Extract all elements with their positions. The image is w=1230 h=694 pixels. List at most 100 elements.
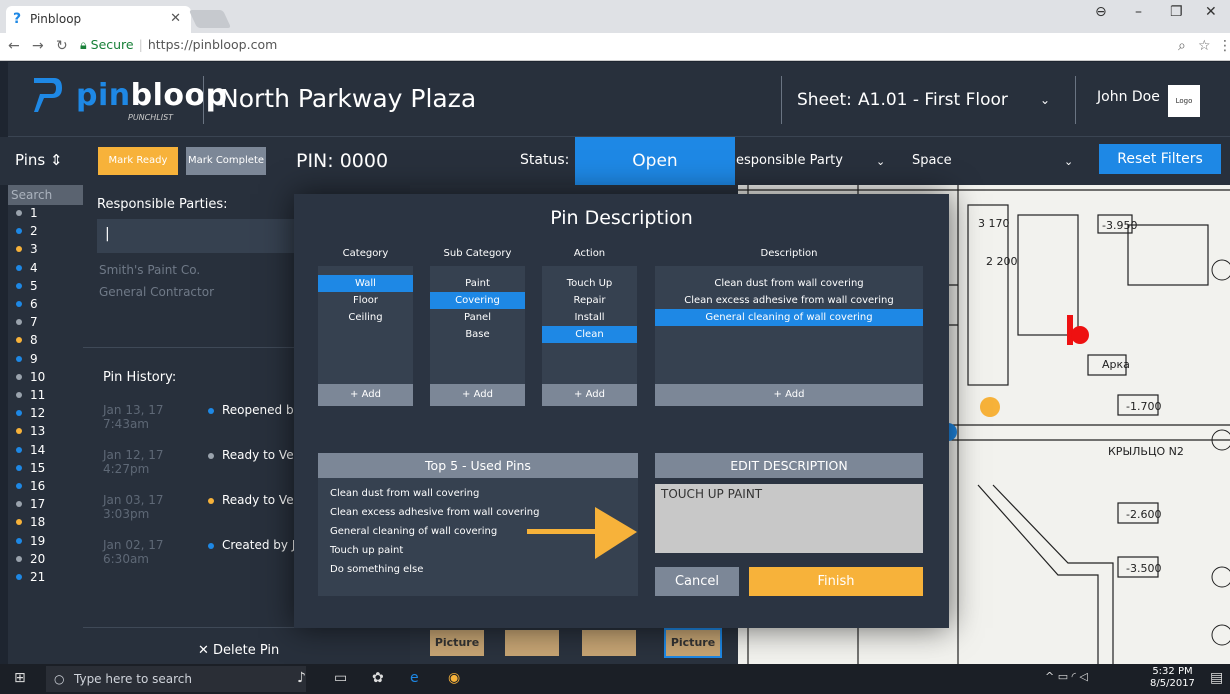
pin-list-item[interactable]: 5: [8, 279, 83, 297]
action-option[interactable]: Clean: [542, 326, 637, 343]
pin-picture-thumbnail[interactable]: [580, 628, 638, 658]
responsible-party-input[interactable]: |: [97, 219, 297, 253]
notifications-icon[interactable]: ▤: [1210, 670, 1223, 686]
close-window-icon[interactable]: ✕: [1205, 4, 1217, 20]
subcategory-option[interactable]: Covering: [430, 292, 525, 309]
pin-picture-thumbnail[interactable]: Picture: [428, 628, 486, 658]
clock[interactable]: 5:32 PM 8/5/2017: [1150, 666, 1195, 690]
subcategory-option[interactable]: Base: [430, 326, 525, 343]
top5-item[interactable]: Do something else: [318, 560, 638, 579]
description-option[interactable]: Clean excess adhesive from wall covering: [655, 292, 923, 309]
reload-icon[interactable]: ↻: [56, 38, 68, 54]
pin-list-item[interactable]: 3: [8, 242, 83, 260]
party-option[interactable]: General Contractor: [99, 285, 214, 299]
pin-number-label: 10: [30, 369, 46, 384]
browser-menu-icon[interactable]: ⋮: [1218, 38, 1230, 54]
bookmark-star-icon[interactable]: ☆: [1198, 38, 1211, 54]
mark-complete-button[interactable]: Mark Complete: [186, 147, 266, 175]
category-option[interactable]: Floor: [318, 292, 413, 309]
chrome-browser-icon[interactable]: ◉: [448, 670, 460, 686]
forward-icon[interactable]: →: [32, 38, 44, 54]
pin-number-label: 15: [30, 460, 46, 475]
microphone-icon[interactable]: ♪: [297, 670, 306, 686]
app-icon[interactable]: ✿: [372, 670, 384, 686]
taskbar-search-input[interactable]: ○ Type here to search: [46, 666, 306, 692]
subcategory-option[interactable]: Paint: [430, 275, 525, 292]
chevron-down-icon[interactable]: ⌄: [1040, 93, 1050, 107]
add-subcategory-button[interactable]: + Add: [430, 384, 525, 406]
top5-item[interactable]: Clean dust from wall covering: [318, 484, 638, 503]
action-option[interactable]: Repair: [542, 292, 637, 309]
pin-list-item[interactable]: 9: [8, 352, 83, 370]
add-action-button[interactable]: + Add: [542, 384, 637, 406]
user-name[interactable]: John Doe: [1097, 89, 1160, 105]
edge-browser-icon[interactable]: e: [410, 670, 419, 686]
pin-list-item[interactable]: 12: [8, 406, 83, 424]
pin-search-input[interactable]: Search: [8, 185, 83, 205]
pin-list-item[interactable]: 13: [8, 424, 83, 442]
pin-list-item[interactable]: 1: [8, 206, 83, 224]
browser-tab[interactable]: ? Pinbloop ✕: [6, 6, 191, 33]
chevron-down-icon[interactable]: ⌄: [876, 155, 885, 168]
action-option[interactable]: Install: [542, 309, 637, 326]
pin-list-item[interactable]: 14: [8, 443, 83, 461]
pin-picture-thumbnail[interactable]: [503, 628, 561, 658]
back-icon[interactable]: ←: [8, 38, 20, 54]
pin-list-item[interactable]: 19: [8, 534, 83, 552]
pin-list-item[interactable]: 20: [8, 552, 83, 570]
windows-start-icon[interactable]: ⊞: [14, 670, 26, 686]
pin-number-label: 13: [30, 424, 46, 439]
secure-label: Secure: [90, 37, 134, 52]
pin-list-item[interactable]: 11: [8, 388, 83, 406]
chevron-down-icon[interactable]: ⌄: [1064, 155, 1073, 168]
party-option[interactable]: Smith's Paint Co.: [99, 263, 200, 277]
url-text: https://pinbloop.com: [147, 37, 278, 52]
action-option[interactable]: Touch Up: [542, 275, 637, 292]
pin-list-item[interactable]: 21: [8, 570, 83, 588]
minimize-icon[interactable]: –: [1135, 4, 1142, 20]
pin-list-item[interactable]: 17: [8, 497, 83, 515]
status-badge[interactable]: Open: [575, 137, 735, 185]
description-option[interactable]: Clean dust from wall covering: [655, 275, 923, 292]
mark-ready-button[interactable]: Mark Ready: [98, 147, 178, 175]
pin-status-dot: [16, 483, 22, 489]
tab-close-icon[interactable]: ✕: [170, 11, 181, 26]
category-option[interactable]: Ceiling: [318, 309, 413, 326]
space-filter[interactable]: Space: [912, 153, 952, 168]
new-tab-button[interactable]: [188, 10, 232, 28]
pin-status-dot: [16, 555, 22, 562]
cancel-button[interactable]: Cancel: [655, 567, 739, 596]
svg-text:КРЫЛЬЦО N2: КРЫЛЬЦО N2: [1108, 445, 1184, 458]
pin-list-item[interactable]: 8: [8, 333, 83, 351]
system-tray-icons[interactable]: ^ ▭ ◜ ◁: [1045, 670, 1088, 683]
category-option[interactable]: Wall: [318, 275, 413, 292]
description-option[interactable]: General cleaning of wall covering: [655, 309, 923, 326]
pin-list-item[interactable]: 15: [8, 461, 83, 479]
restore-icon[interactable]: ❐: [1170, 4, 1183, 20]
header-divider: [781, 76, 782, 124]
pin-list-item[interactable]: 6: [8, 297, 83, 315]
profile-icon[interactable]: ⊖: [1095, 4, 1107, 20]
url-field[interactable]: 🔒︎ Secure | https://pinbloop.com: [80, 37, 277, 53]
pin-list-item[interactable]: 16: [8, 479, 83, 497]
reset-filters-button[interactable]: Reset Filters: [1099, 144, 1221, 174]
responsible-party-filter[interactable]: esponsible Party: [736, 153, 843, 168]
finish-button[interactable]: Finish: [749, 567, 923, 596]
zoom-icon[interactable]: ⌕: [1178, 38, 1186, 54]
pin-list-item[interactable]: 10: [8, 370, 83, 388]
pin-picture-thumbnail[interactable]: Picture: [664, 628, 722, 658]
add-description-button[interactable]: + Add: [655, 384, 923, 406]
pin-list-item[interactable]: 7: [8, 315, 83, 333]
pins-sort-button[interactable]: Pins ⇕: [15, 151, 63, 169]
pin-status-dot: [16, 537, 22, 544]
delete-pin-button[interactable]: ✕ Delete Pin: [198, 643, 279, 658]
pin-list-item[interactable]: 2: [8, 224, 83, 242]
subcategory-option[interactable]: Panel: [430, 309, 525, 326]
pin-list-item[interactable]: 18: [8, 515, 83, 533]
task-view-icon[interactable]: ▭: [334, 670, 347, 686]
sheet-select[interactable]: A1.01 - First Floor: [858, 90, 1008, 110]
pin-list-item[interactable]: 4: [8, 261, 83, 279]
history-date: Jan 03, 17 3:03pm: [103, 493, 164, 521]
add-category-button[interactable]: + Add: [318, 384, 413, 406]
edit-description-textarea[interactable]: TOUCH UP PAINT: [655, 484, 923, 553]
